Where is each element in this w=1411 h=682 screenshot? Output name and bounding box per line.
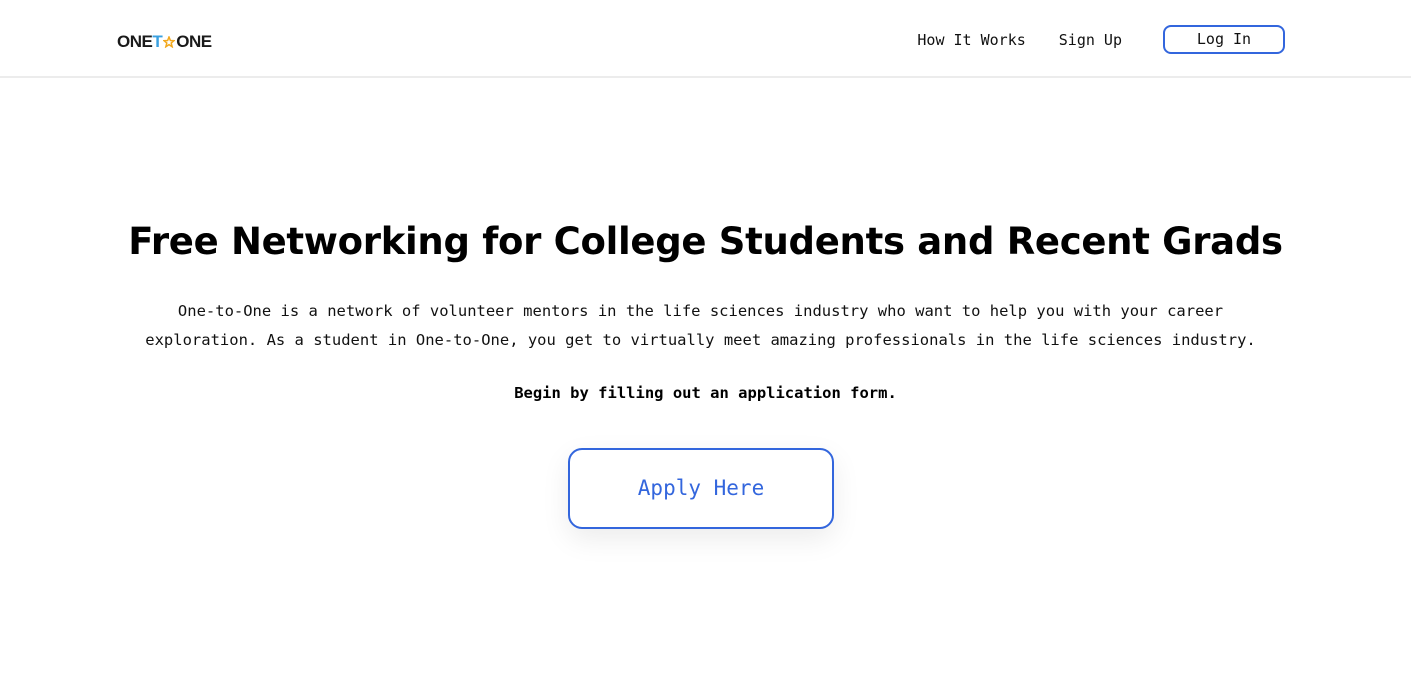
site-header: ONE T ONE How It Works Sign Up Log In (0, 0, 1411, 78)
logo[interactable]: ONE T ONE (117, 32, 212, 52)
log-in-button[interactable]: Log In (1163, 25, 1285, 54)
star-icon (163, 36, 176, 48)
nav-sign-up[interactable]: Sign Up (1059, 31, 1122, 49)
main-nav: How It Works Sign Up Log In (917, 25, 1285, 54)
logo-text-one: ONE (117, 32, 153, 51)
hero-cta-text: Begin by filling out an application form… (514, 384, 897, 402)
logo-text-t: T (152, 32, 163, 51)
nav-how-it-works[interactable]: How It Works (917, 31, 1025, 49)
logo-text-one-2: ONE (176, 32, 212, 51)
apply-here-button[interactable]: Apply Here (568, 448, 834, 529)
hero-description: One-to-One is a network of volunteer men… (145, 302, 1256, 349)
hero-title: Free Networking for College Students and… (128, 220, 1283, 263)
